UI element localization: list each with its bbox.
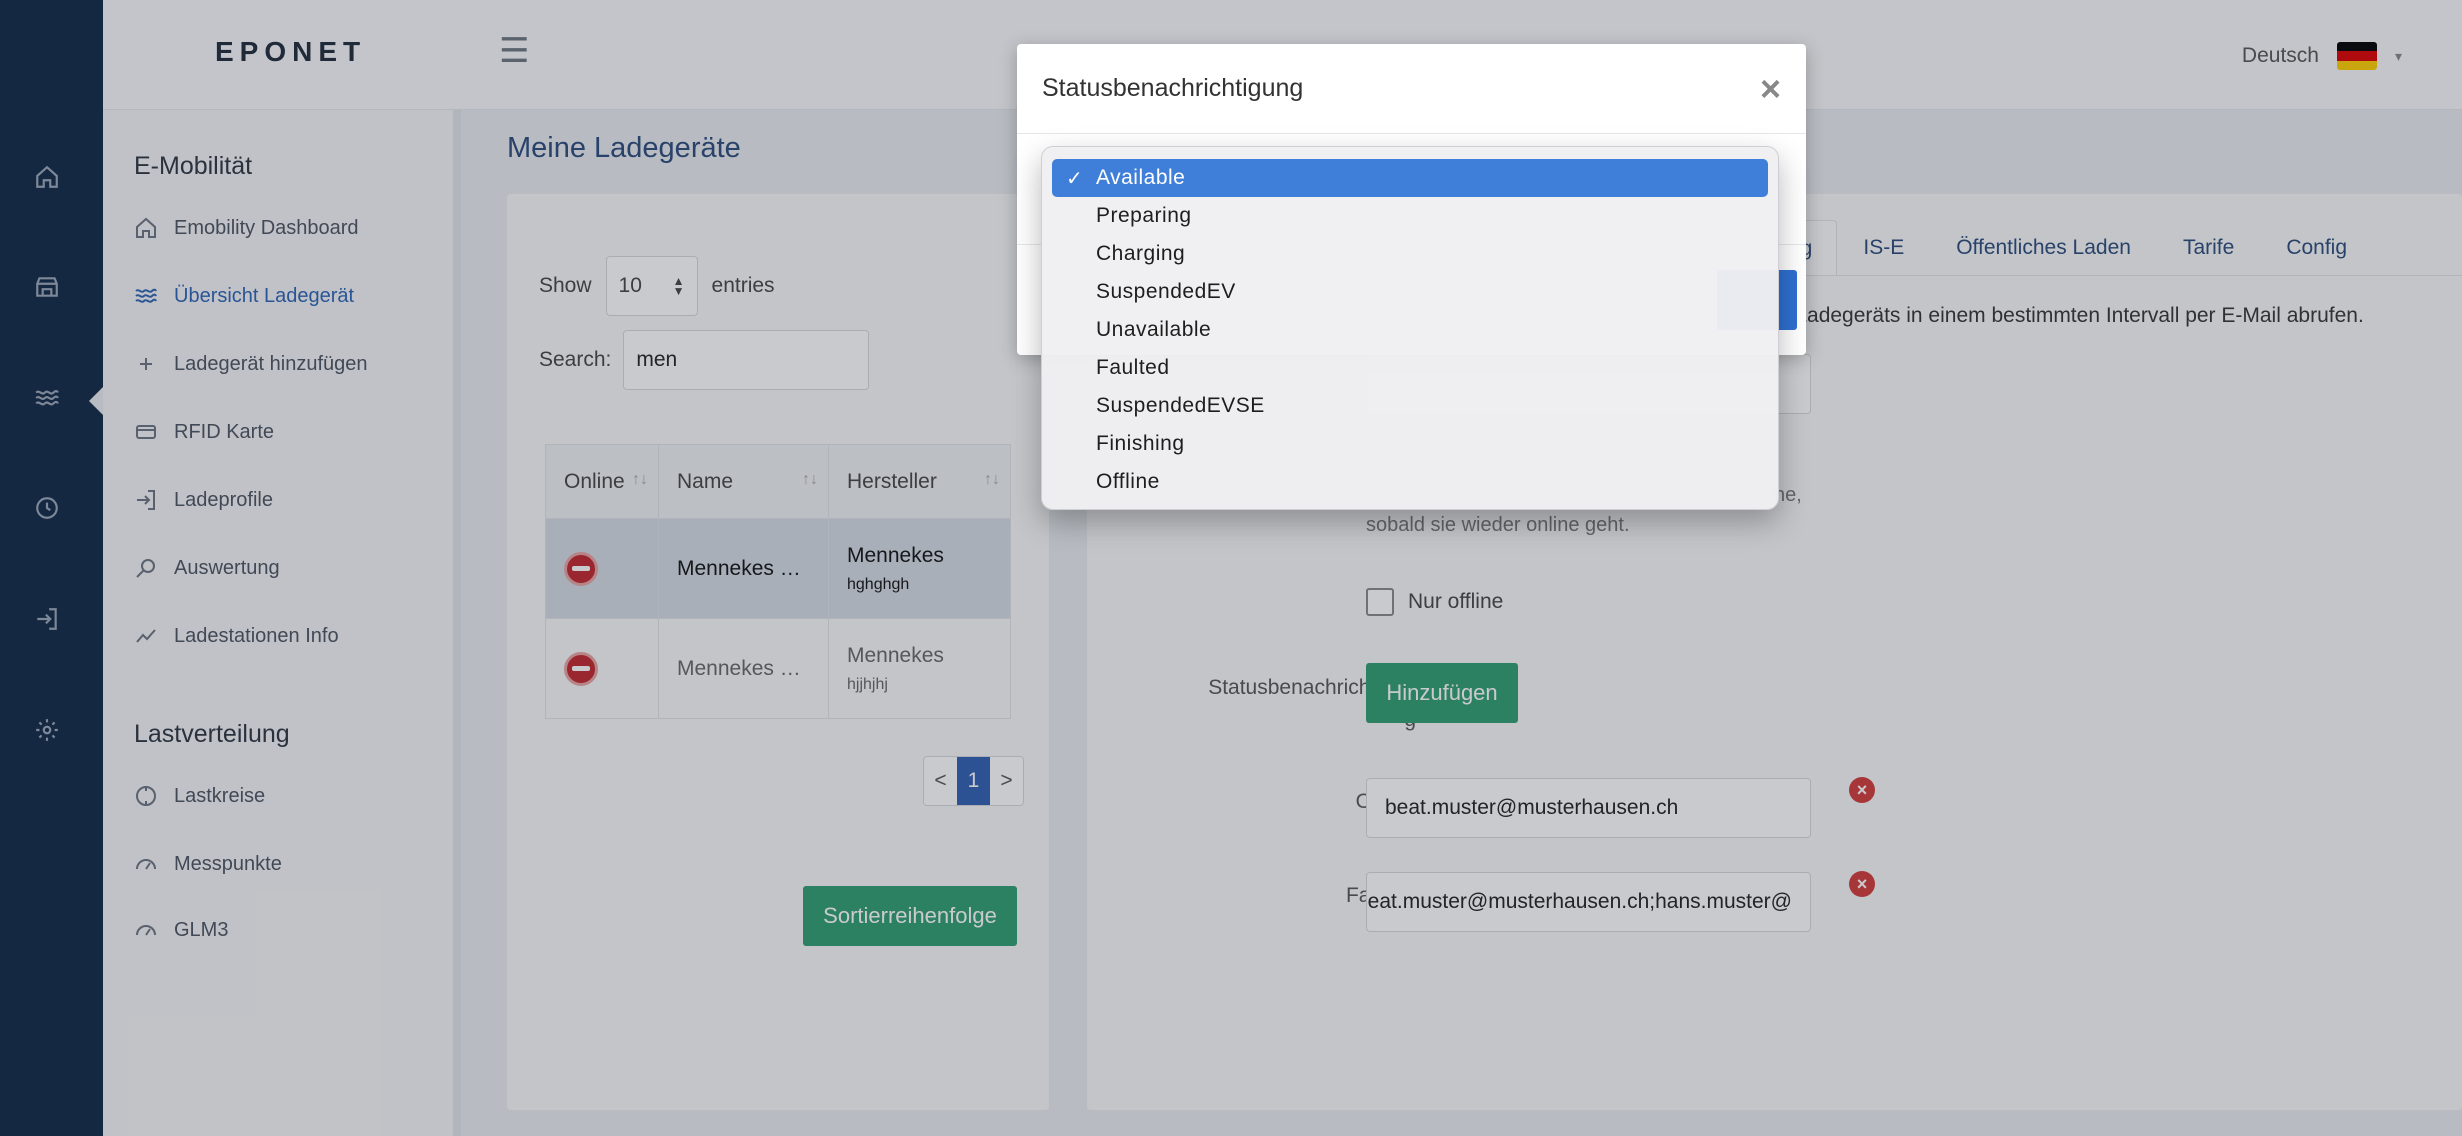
- option-suspended-ev[interactable]: SuspendedEV: [1052, 273, 1768, 311]
- modal-header: Statusbenachrichtigung ×: [1017, 44, 1806, 134]
- option-charging[interactable]: Charging: [1052, 235, 1768, 273]
- status-select-dropdown[interactable]: ✓ Available Preparing Charging SuspendedE…: [1041, 146, 1779, 510]
- option-preparing[interactable]: Preparing: [1052, 197, 1768, 235]
- option-finishing[interactable]: Finishing: [1052, 425, 1768, 463]
- option-unavailable[interactable]: Unavailable: [1052, 311, 1768, 349]
- modal-title: Statusbenachrichtigung: [1042, 74, 1304, 102]
- option-faulted[interactable]: Faulted: [1052, 349, 1768, 387]
- option-offline[interactable]: Offline: [1052, 463, 1768, 501]
- close-icon[interactable]: ×: [1760, 70, 1781, 107]
- checkmark-icon: ✓: [1066, 167, 1084, 190]
- option-suspended-evse[interactable]: SuspendedEVSE: [1052, 387, 1768, 425]
- option-available[interactable]: ✓ Available: [1052, 159, 1768, 197]
